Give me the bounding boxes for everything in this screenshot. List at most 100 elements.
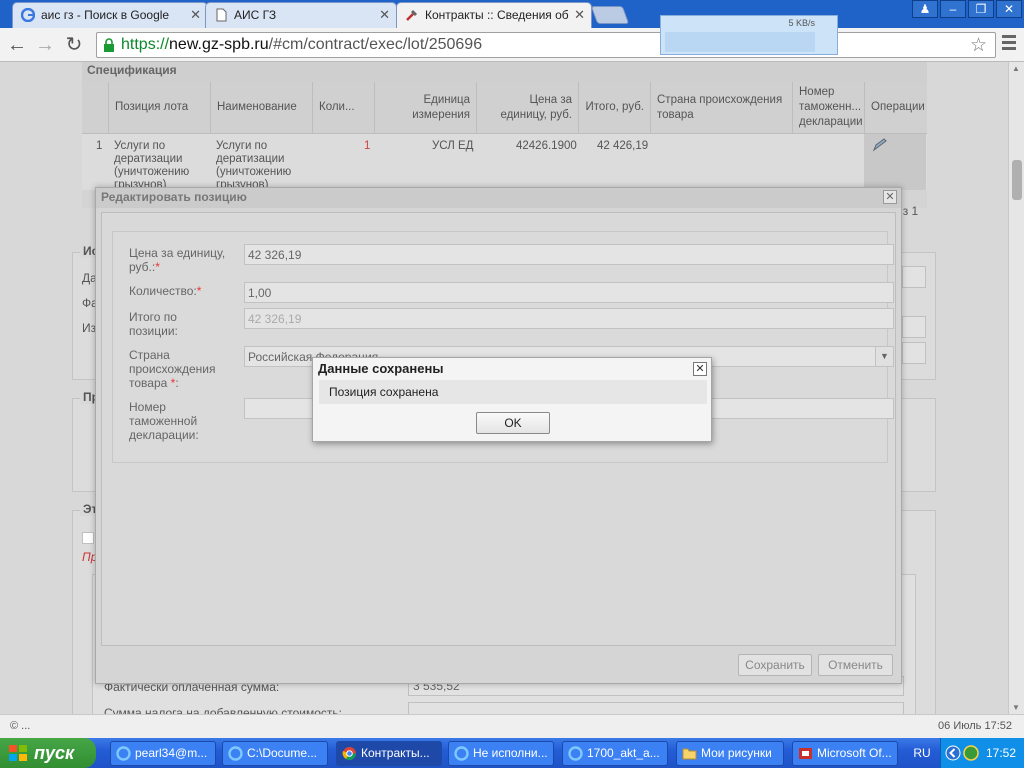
close-icon[interactable]: ✕ xyxy=(693,362,707,376)
close-icon[interactable]: ✕ xyxy=(883,190,897,204)
taskbar-item[interactable]: Мои рисунки xyxy=(676,741,784,766)
url-host: new.gz-spb.ru xyxy=(169,36,269,53)
back-arrow-icon[interactable]: ← xyxy=(4,32,30,58)
save-button[interactable]: Сохранить xyxy=(738,654,812,676)
lock-icon xyxy=(104,38,114,52)
total-label: Итого по позиции: xyxy=(129,310,178,338)
tray-arrow-icon[interactable] xyxy=(945,745,961,761)
price-value: 42 326,19 xyxy=(248,248,302,262)
required-mark: * xyxy=(196,284,202,298)
page-scrollbar[interactable]: ▲ ▼ xyxy=(1008,62,1024,714)
start-button[interactable]: пуск xyxy=(0,738,96,768)
task-label: Контракты... xyxy=(361,746,430,760)
qty-label: Количество:* xyxy=(129,284,201,298)
taskbar-item[interactable]: 1700_akt_a... xyxy=(562,741,668,766)
scroll-thumb[interactable] xyxy=(1012,160,1022,200)
scroll-down-icon[interactable]: ▼ xyxy=(1012,703,1020,712)
close-icon[interactable]: ✕ xyxy=(379,3,390,27)
tab-title: аис гз - Поиск в Google xyxy=(41,8,170,22)
col-unit[interactable]: Единица измерения xyxy=(374,82,476,133)
pencil-icon[interactable] xyxy=(872,138,888,152)
forward-arrow-icon[interactable]: → xyxy=(32,32,58,58)
edit-window-title: Редактировать позицию xyxy=(96,188,901,208)
tab-contracts[interactable]: Контракты :: Сведения об ✕ xyxy=(396,2,592,29)
user-icon[interactable]: ♟ xyxy=(912,0,938,18)
status-left: © ... xyxy=(10,720,31,732)
edit-pencil-cell[interactable] xyxy=(864,134,926,190)
price-label-text: Цена за единицу, руб.: xyxy=(129,246,226,274)
ie-icon xyxy=(116,746,131,761)
chevron-down-icon[interactable]: ▼ xyxy=(875,347,893,366)
col-country[interactable]: Страна происхождения товара xyxy=(650,82,792,133)
col-operations[interactable]: Операции xyxy=(864,82,927,133)
bg-input[interactable] xyxy=(902,342,926,364)
globe-icon[interactable] xyxy=(963,745,979,761)
cancel-button[interactable]: Отменить xyxy=(818,654,893,676)
cell-unit: УСЛ ЕД xyxy=(432,140,474,152)
taskbar-item[interactable]: C:\Docume... xyxy=(222,741,328,766)
price-input[interactable]: 42 326,19 xyxy=(244,244,894,265)
browser-tab-strip: аис гз - Поиск в Google ✕ АИС ГЗ ✕ Контр… xyxy=(0,0,1024,29)
net-rate: 5 KB/s xyxy=(788,18,815,28)
start-label: пуск xyxy=(34,743,75,763)
col-total[interactable]: Итого, руб. xyxy=(578,82,650,133)
restore-button[interactable]: ❐ xyxy=(968,0,994,18)
task-label: Microsoft Of... xyxy=(817,746,892,760)
chrome-icon xyxy=(342,747,357,761)
col-num xyxy=(82,82,108,133)
taskbar-item[interactable]: Microsoft Of... xyxy=(792,741,898,766)
col-price[interactable]: Цена за единицу, руб. xyxy=(476,82,578,133)
qty-input[interactable]: 1,00 xyxy=(244,282,894,303)
col-qty[interactable]: Коли... xyxy=(312,82,374,133)
grid-header: Позиция лота Наименование Коли... Единиц… xyxy=(82,82,927,134)
vat-label: Сумма налога на добавленную стоимость: xyxy=(104,706,342,714)
col-position[interactable]: Позиция лота xyxy=(108,82,210,133)
page-icon xyxy=(216,8,227,22)
minimize-button[interactable]: – xyxy=(940,0,966,18)
bookmark-star-icon[interactable]: ☆ xyxy=(970,34,987,57)
vat-input[interactable] xyxy=(408,702,904,714)
taskbar-item-active[interactable]: Контракты... xyxy=(336,741,442,766)
address-bar[interactable]: https://new.gz-spb.ru/#cm/contract/exec/… xyxy=(96,32,996,58)
reload-icon[interactable]: ↻ xyxy=(61,32,87,58)
ie-icon xyxy=(568,746,583,761)
col-name[interactable]: Наименование xyxy=(210,82,312,133)
google-icon xyxy=(21,8,35,22)
ie-icon xyxy=(454,746,469,761)
total-input: 42 326,19 xyxy=(244,308,894,329)
new-tab-button[interactable] xyxy=(590,6,630,24)
page-status-bar: © ... 06 Июль 17:52 xyxy=(0,714,1024,738)
country-label: Страна происхождения товара *: xyxy=(129,348,216,390)
col-customs[interactable]: Номер таможенн... декларации xyxy=(792,82,864,133)
close-icon[interactable]: ✕ xyxy=(574,3,585,27)
qty-label-text: Количество: xyxy=(129,284,197,298)
saved-alert-dialog: Данные сохранены ✕ Позиция сохранена OK xyxy=(312,357,712,442)
task-label: 1700_akt_a... xyxy=(587,746,660,760)
scroll-up-icon[interactable]: ▲ xyxy=(1012,64,1020,73)
price-label: Цена за единицу, руб.:* xyxy=(129,246,237,274)
taskbar-item[interactable]: pearl34@m... xyxy=(110,741,216,766)
total-value: 42 326,19 xyxy=(248,312,302,326)
stage-checkbox[interactable] xyxy=(82,532,94,544)
window-controls: ♟ – ❐ ✕ xyxy=(910,0,1022,18)
system-tray: 17:52 xyxy=(940,738,1024,768)
close-window-button[interactable]: ✕ xyxy=(996,0,1022,18)
ie-icon xyxy=(228,746,243,761)
alert-title: Данные сохранены xyxy=(318,361,444,376)
menu-icon[interactable] xyxy=(1002,35,1016,51)
ok-button[interactable]: OK xyxy=(476,412,550,434)
language-indicator[interactable]: RU xyxy=(906,738,938,768)
url-text: https://new.gz-spb.ru/#cm/contract/exec/… xyxy=(121,36,482,54)
cell-num: 1 xyxy=(96,140,103,152)
url-scheme: https:// xyxy=(121,36,170,53)
tab-title: АИС ГЗ xyxy=(234,8,277,22)
close-icon[interactable]: ✕ xyxy=(190,3,201,27)
calendar-icon[interactable] xyxy=(902,266,926,288)
bg-input[interactable] xyxy=(902,316,926,338)
taskbar-item[interactable]: Не исполни... xyxy=(448,741,554,766)
tab-ais-gz[interactable]: АИС ГЗ ✕ xyxy=(205,2,397,28)
tab-google-search[interactable]: аис гз - Поиск в Google ✕ xyxy=(12,2,208,28)
folder-icon xyxy=(682,748,697,760)
windows-taskbar: пуск pearl34@m... C:\Docume... Контракты… xyxy=(0,738,1024,768)
table-row[interactable]: 1 Услуги по дератизации (уничтожению гры… xyxy=(82,134,927,191)
